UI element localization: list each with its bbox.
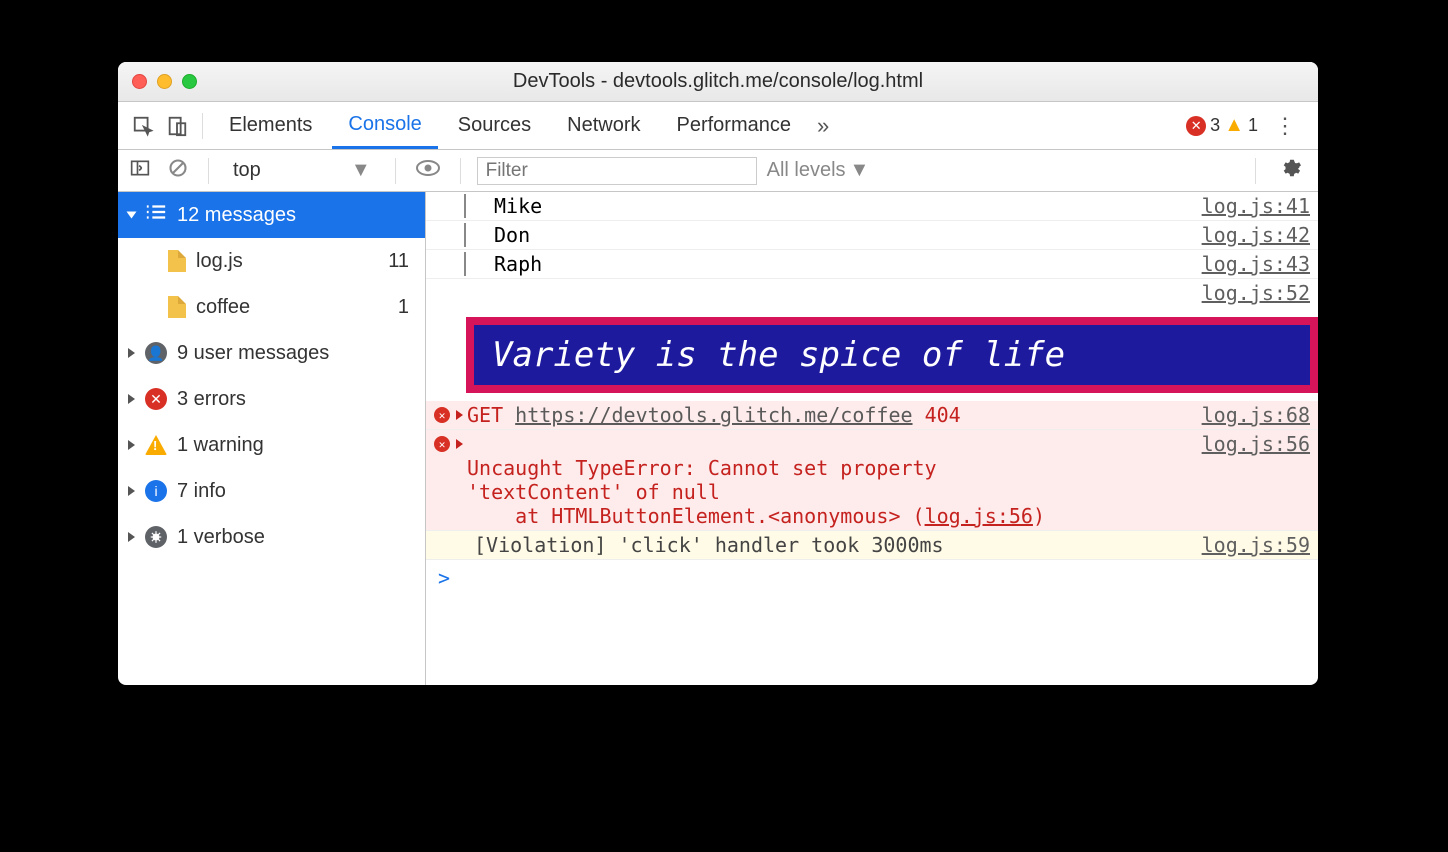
warning-badge-icon: ▲ [1224, 114, 1244, 137]
sidebar-messages[interactable]: 12 messages [118, 192, 425, 238]
chevron-right-icon [128, 440, 135, 450]
file-icon [168, 250, 186, 272]
tab-network[interactable]: Network [551, 102, 656, 149]
devtools-window: DevTools - devtools.glitch.me/console/lo… [118, 62, 1318, 685]
user-icon: 👤 [145, 342, 167, 364]
error-count: 3 [1210, 115, 1220, 136]
more-tabs-icon[interactable]: » [811, 113, 835, 139]
info-icon: i [145, 480, 167, 502]
chevron-right-icon[interactable] [456, 439, 463, 449]
filter-input[interactable] [477, 157, 757, 185]
tab-console[interactable]: Console [332, 102, 437, 149]
sidebar-errors[interactable]: ✕ 3 errors [118, 376, 425, 422]
error-icon: ✕ [145, 388, 167, 410]
sidebar-file-coffee[interactable]: coffee 1 [118, 284, 425, 330]
styled-log-message: Variety is the spice of life [466, 317, 1318, 393]
source-link[interactable]: log.js:52 [1202, 281, 1310, 305]
chevron-down-icon [127, 212, 137, 219]
source-link[interactable]: log.js:43 [1202, 252, 1310, 276]
console-row-styled[interactable]: log.js:52 [426, 279, 1318, 307]
sidebar-file-logjs[interactable]: log.js 11 [118, 238, 425, 284]
inspect-element-icon[interactable] [128, 115, 158, 137]
chevron-right-icon [128, 532, 135, 542]
console-row[interactable]: Raph log.js:43 [426, 250, 1318, 279]
chevron-right-icon [128, 394, 135, 404]
chevron-right-icon [128, 486, 135, 496]
error-icon: ✕ [434, 407, 450, 423]
source-link[interactable]: log.js:56 [1202, 432, 1310, 456]
kebab-menu-icon[interactable]: ⋮ [1262, 113, 1308, 139]
titlebar: DevTools - devtools.glitch.me/console/lo… [118, 62, 1318, 102]
console-sidebar: 12 messages log.js 11 coffee 1 👤 9 user … [118, 192, 426, 685]
tab-performance[interactable]: Performance [661, 102, 808, 149]
error-warning-counts[interactable]: ✕ 3 ▲ 1 [1186, 114, 1258, 137]
error-url-link[interactable]: https://devtools.glitch.me/coffee [515, 403, 912, 427]
error-icon: ✕ [434, 436, 450, 452]
source-link[interactable]: log.js:42 [1202, 223, 1310, 247]
file-icon [168, 296, 186, 318]
list-icon [145, 203, 167, 227]
source-link[interactable]: log.js:41 [1202, 194, 1310, 218]
chevron-right-icon [128, 348, 135, 358]
console-violation-row[interactable]: [Violation] 'click' handler took 3000ms … [426, 531, 1318, 560]
main-tabs: Elements Console Sources Network Perform… [118, 102, 1318, 150]
source-link[interactable]: log.js:68 [1202, 403, 1310, 427]
sidebar-user-messages[interactable]: 👤 9 user messages [118, 330, 425, 376]
settings-gear-icon[interactable] [1272, 157, 1310, 184]
tab-elements[interactable]: Elements [213, 102, 328, 149]
context-selector[interactable]: top ▼ [225, 159, 379, 182]
bug-icon [145, 526, 167, 548]
source-link[interactable]: log.js:56 [925, 504, 1033, 528]
source-link[interactable]: log.js:59 [1202, 533, 1310, 557]
console-prompt[interactable]: > [426, 560, 1318, 596]
console-row[interactable]: Mike log.js:41 [426, 192, 1318, 221]
console-output: Mike log.js:41 Don log.js:42 Raph log.js… [426, 192, 1318, 685]
toggle-sidebar-icon[interactable] [126, 158, 154, 183]
chevron-right-icon[interactable] [456, 410, 463, 420]
console-error-row[interactable]: ✕ Uncaught TypeError: Cannot set propert… [426, 430, 1318, 531]
console-error-row[interactable]: ✕ GET https://devtools.glitch.me/coffee … [426, 401, 1318, 430]
error-badge-icon: ✕ [1186, 116, 1206, 136]
tab-sources[interactable]: Sources [442, 102, 547, 149]
warning-count: 1 [1248, 115, 1258, 136]
live-expression-icon[interactable] [412, 159, 444, 182]
clear-console-icon[interactable] [164, 158, 192, 183]
sidebar-info[interactable]: i 7 info [118, 468, 425, 514]
device-toggle-icon[interactable] [162, 115, 192, 137]
sidebar-warning[interactable]: 1 warning [118, 422, 425, 468]
log-levels-selector[interactable]: All levels▼ [767, 159, 870, 182]
group-indent-bar [464, 194, 476, 218]
console-toolbar: top ▼ All levels▼ [118, 150, 1318, 192]
window-title: DevTools - devtools.glitch.me/console/lo… [118, 70, 1318, 93]
sidebar-messages-label: 12 messages [177, 204, 296, 227]
warning-icon [145, 435, 167, 455]
sidebar-verbose[interactable]: 1 verbose [118, 514, 425, 560]
console-row[interactable]: Don log.js:42 [426, 221, 1318, 250]
